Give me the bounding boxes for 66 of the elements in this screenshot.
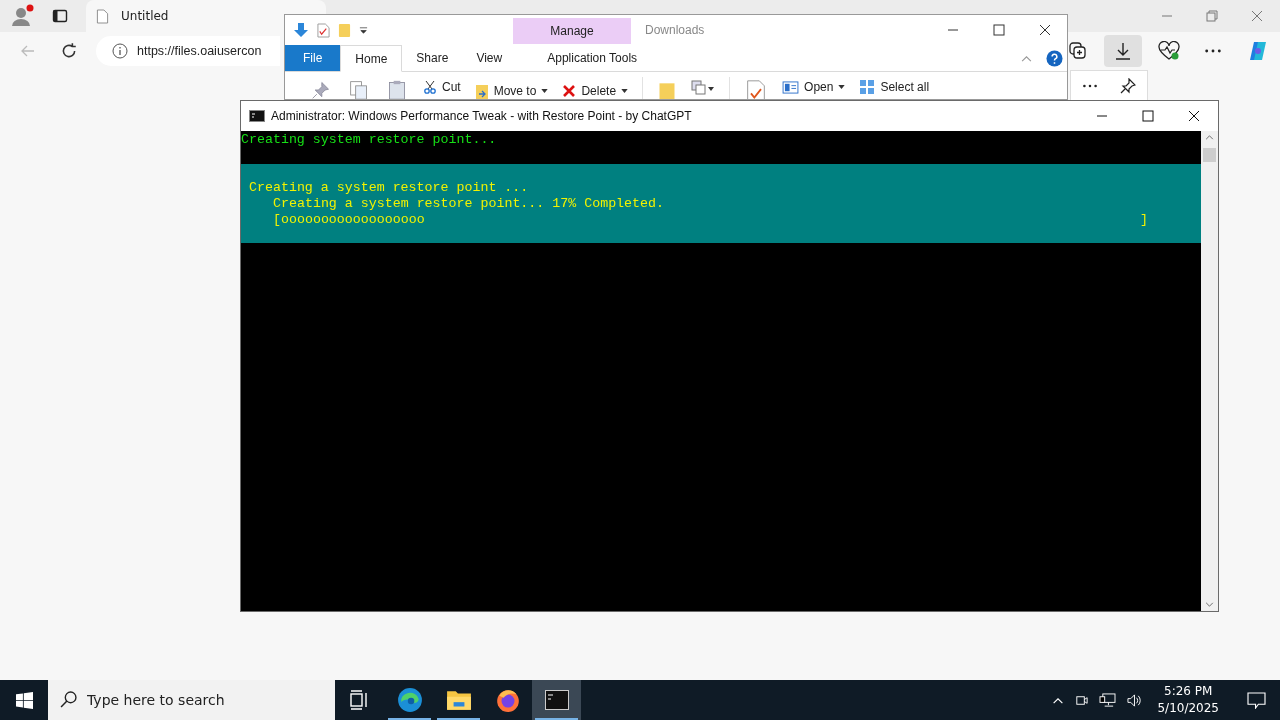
refresh-icon[interactable]: [60, 42, 78, 60]
progress-status: Creating a system restore point... 17% Completed.: [272, 196, 665, 212]
move-folder-icon: [474, 83, 489, 99]
tab-actions-icon[interactable]: [52, 8, 68, 24]
ribbon-button[interactable]: Move to: [474, 77, 549, 99]
window-title: Downloads: [645, 23, 705, 37]
pin-icon[interactable]: [1120, 78, 1136, 94]
console-line: Creating system restore point...: [241, 131, 498, 148]
info-icon: [112, 43, 128, 59]
fox-globe-icon: [494, 687, 521, 713]
download-icon: [1113, 41, 1133, 61]
ribbon-tab[interactable]: Home: [340, 45, 403, 72]
collections-icon[interactable]: [1068, 41, 1088, 61]
scissors-icon: [423, 80, 437, 94]
document-icon: [96, 8, 109, 24]
volume-icon[interactable]: [1126, 692, 1144, 708]
ribbon-tab[interactable]: Application Tools: [533, 45, 652, 71]
download-arrow-icon[interactable]: [293, 22, 309, 38]
dropdown-icon[interactable]: [359, 25, 368, 35]
progress-heading: Creating a system restore point ...: [249, 180, 530, 196]
download-button[interactable]: [1104, 35, 1142, 67]
terminal-taskbar-button[interactable]: [532, 680, 581, 720]
profile-icon[interactable]: [10, 4, 34, 28]
open-icon: [782, 80, 800, 94]
notifications-icon[interactable]: [1247, 691, 1266, 709]
properties-icon[interactable]: [317, 22, 330, 38]
console-icon: [249, 110, 265, 122]
ribbon-button[interactable]: Open: [782, 77, 846, 95]
more-icon[interactable]: [1204, 48, 1222, 54]
maximize-icon[interactable]: [1142, 110, 1154, 122]
health-icon[interactable]: [1158, 41, 1180, 61]
task-view-icon[interactable]: [350, 690, 370, 710]
close-icon[interactable]: [1188, 110, 1200, 122]
copy-to-icon[interactable]: [691, 80, 716, 96]
caret-icon: [838, 85, 846, 89]
maximize-icon[interactable]: [993, 24, 1005, 36]
ribbon-button[interactable]: Cut: [423, 77, 461, 95]
restore-icon[interactable]: [1206, 10, 1218, 22]
ribbon-tab[interactable]: Share: [402, 45, 463, 71]
more-icon[interactable]: [1082, 83, 1098, 89]
window-title: Administrator: Windows Performance Tweak - with Restore Point - by ChatGPT: [271, 109, 692, 123]
search-icon: [60, 691, 77, 708]
delete-icon: [562, 84, 577, 98]
grid-icon: [859, 79, 876, 95]
ribbon-tab[interactable]: File: [285, 45, 341, 71]
ribbon-tab[interactable]: View: [462, 45, 517, 71]
windows-logo-icon: [15, 691, 33, 709]
progress-bar-end: ]: [1140, 212, 1148, 228]
caret-icon: [621, 89, 629, 93]
swirl-icon: [396, 687, 423, 713]
show-hidden-icons-icon[interactable]: [1052, 696, 1065, 704]
network-icon[interactable]: [1099, 692, 1117, 708]
ribbon-button[interactable]: Select all: [859, 77, 930, 95]
scrollbar[interactable]: [1201, 131, 1218, 611]
help-icon[interactable]: [1046, 49, 1063, 67]
progress-bar-text: [oooooooooooooooooo: [273, 212, 425, 228]
address-bar[interactable]: https://files.oaiusercon: [96, 36, 280, 66]
search-field[interactable]: Type here to search: [48, 680, 335, 720]
caret-icon: [541, 89, 549, 93]
browser-tab[interactable]: Untitled: [86, 0, 326, 32]
scroll-thumb[interactable]: [1203, 148, 1216, 162]
ribbon-button[interactable]: Delete: [562, 77, 629, 99]
clock[interactable]: 5:26 PM 5/10/2025: [1157, 683, 1219, 717]
manage-tab-header: Manage: [513, 18, 631, 44]
close-icon[interactable]: [1039, 24, 1051, 36]
console-icon: [544, 690, 569, 710]
